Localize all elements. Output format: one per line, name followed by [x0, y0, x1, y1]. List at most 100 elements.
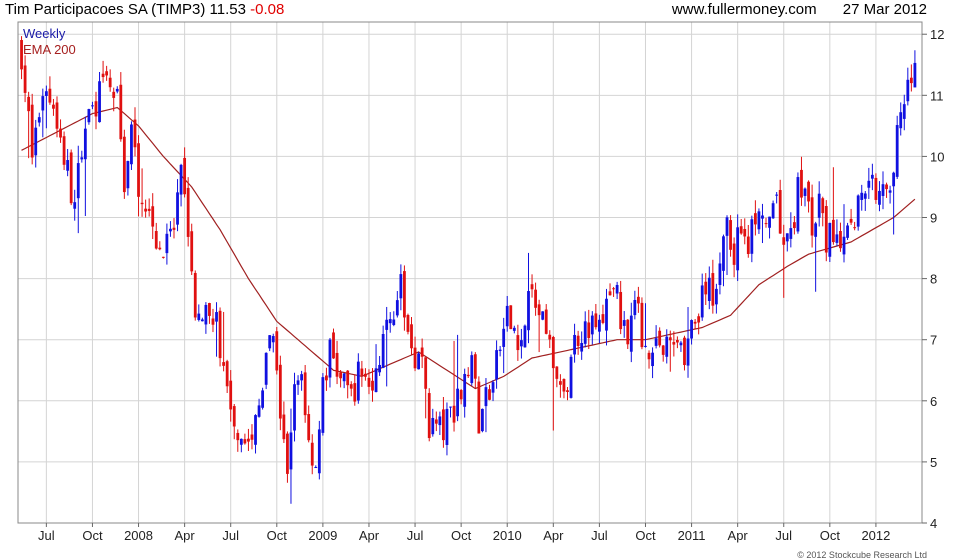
candle-body: [30, 104, 34, 158]
x-tick-label: 2011: [678, 528, 706, 543]
candle-body: [902, 104, 906, 119]
candle-body: [300, 374, 304, 381]
candle-body: [711, 273, 715, 306]
candle-body: [796, 177, 800, 232]
x-tick-label: Apr: [728, 528, 749, 543]
candle-body: [842, 236, 846, 255]
y-tick-label: 7: [930, 333, 937, 348]
candle-body: [895, 125, 899, 177]
candle-body: [356, 361, 360, 401]
y-tick-label: 8: [930, 272, 937, 287]
candle-body: [122, 136, 126, 193]
candle-body: [583, 321, 587, 344]
candle-body: [314, 467, 318, 469]
candle-body: [459, 390, 463, 400]
candle-body: [732, 243, 736, 265]
candle-body: [512, 327, 516, 331]
candle-body: [658, 330, 662, 346]
candle-body: [232, 406, 236, 427]
x-axis: Jul Oct 2008 Apr Jul Oct 2009 Apr Jul Oct 2010 Apr J…: [38, 523, 890, 543]
candle-body: [204, 304, 208, 325]
candle-body: [307, 414, 311, 441]
candle-body: [218, 310, 222, 359]
candle-body: [647, 352, 651, 360]
candle-body: [505, 305, 509, 327]
candle-body: [835, 234, 839, 243]
candle-body: [867, 180, 871, 188]
candle-body: [761, 215, 764, 219]
candle-body: [250, 434, 254, 440]
candle-body: [644, 345, 647, 347]
candle-body: [286, 433, 289, 474]
candle-body: [275, 331, 279, 371]
candle-body: [636, 296, 640, 304]
candle-body: [130, 124, 133, 165]
candle-body: [264, 352, 268, 385]
candle-body: [909, 77, 913, 84]
candle-body: [509, 305, 513, 330]
x-tick-label: 2009: [308, 528, 337, 543]
candle-body: [785, 233, 789, 242]
candle-body: [52, 104, 55, 109]
candle-body: [463, 373, 467, 407]
candle-body: [179, 164, 183, 195]
candle-body: [98, 81, 101, 123]
candle-body: [498, 349, 502, 351]
candle-body: [257, 405, 261, 417]
candle-body: [229, 380, 233, 410]
candle-body: [824, 206, 828, 253]
candle-body: [690, 320, 693, 339]
y-tick-label: 10: [930, 149, 944, 164]
candle-body: [814, 223, 818, 237]
candle-body: [874, 177, 878, 200]
candle-body: [839, 230, 842, 249]
candle-body: [675, 339, 679, 343]
x-tick-label: Jul: [407, 528, 424, 543]
candle-body: [378, 364, 381, 373]
candle-body: [764, 223, 768, 225]
candle-body: [768, 216, 771, 228]
candle-body: [527, 291, 530, 331]
candle-body: [112, 91, 116, 98]
candle-body: [661, 345, 665, 355]
candle-body: [381, 334, 385, 368]
candle-body: [413, 347, 417, 369]
candle-body: [544, 309, 548, 334]
candle-body: [700, 285, 704, 318]
candle-body: [133, 119, 137, 148]
candle-body: [686, 338, 690, 366]
x-tick-label: 2010: [493, 528, 522, 543]
candle-body: [101, 73, 105, 78]
x-tick-label: 2008: [124, 528, 153, 543]
candle-body: [222, 362, 226, 366]
candle-body: [775, 194, 779, 196]
candle-body: [736, 227, 740, 271]
candle-body: [431, 417, 435, 435]
candle-body: [73, 202, 77, 209]
x-tick-label: Apr: [175, 528, 196, 543]
candle-body: [548, 334, 552, 340]
candle-body: [587, 322, 591, 338]
candle-body: [41, 96, 45, 111]
candle-body: [151, 206, 155, 227]
y-tick-label: 4: [930, 516, 937, 531]
candle-body: [420, 347, 424, 357]
candle-body: [615, 284, 619, 294]
candle-body: [190, 231, 194, 272]
candlestick-chart: Jul Oct 2008 Apr Jul Oct 2009 Apr Jul Oct 2010 Apr J…: [17, 21, 944, 543]
candle-body: [541, 311, 545, 320]
candle-body: [321, 377, 325, 433]
candle-body: [828, 222, 832, 257]
candle-body: [268, 335, 272, 349]
candle-body: [516, 335, 520, 351]
candle-body: [335, 352, 339, 377]
candle-body: [317, 429, 321, 474]
candle-body: [853, 227, 857, 229]
candle-body: [534, 289, 537, 308]
x-tick-label: Jul: [38, 528, 55, 543]
candle-body: [392, 319, 396, 325]
candle-body: [888, 190, 892, 193]
candle-body: [456, 388, 459, 417]
candle-body: [261, 390, 265, 408]
candle-body: [108, 77, 112, 88]
